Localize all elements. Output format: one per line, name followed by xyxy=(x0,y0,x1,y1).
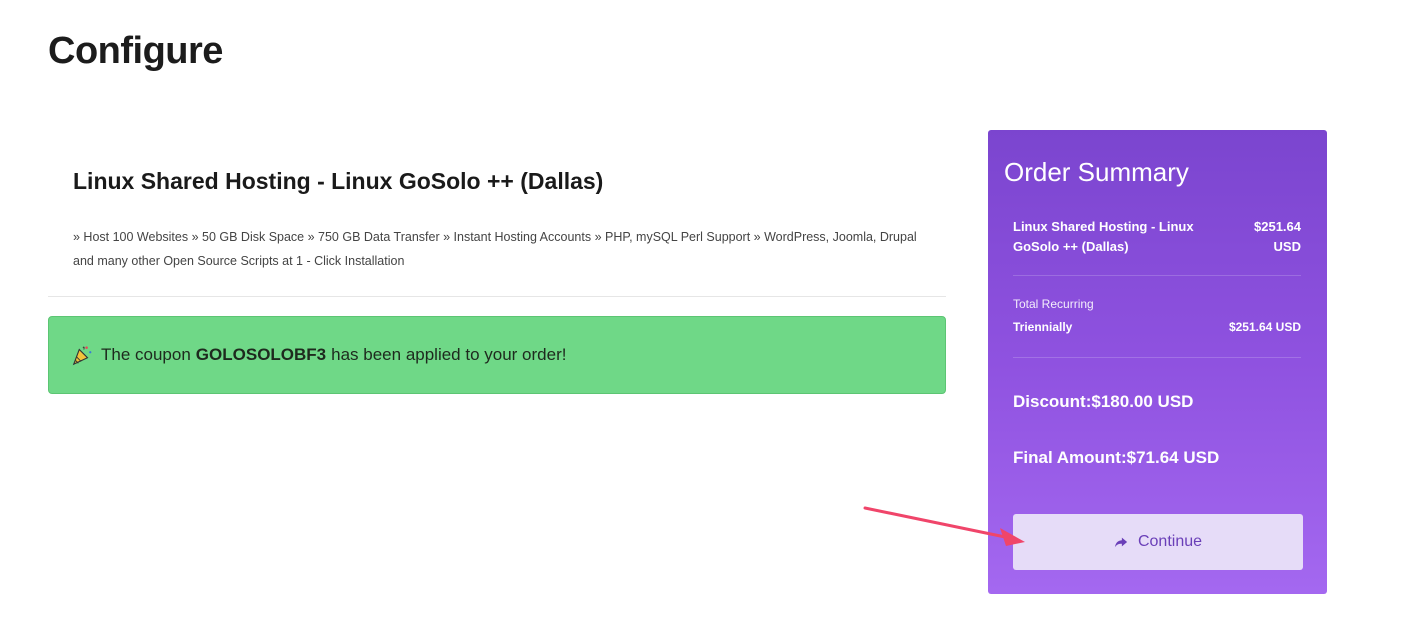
share-arrow-icon xyxy=(1114,537,1128,548)
final-amount: Final Amount:$71.64 USD xyxy=(1013,448,1220,467)
product-name: Linux Shared Hosting - Linux GoSolo ++ (… xyxy=(73,168,604,194)
recurring-cycle: Triennially xyxy=(1013,320,1073,334)
order-summary-title: Order Summary xyxy=(1004,157,1189,187)
page-title: Configure xyxy=(48,30,223,72)
recurring-amount: $251.64 USD xyxy=(1228,320,1301,334)
summary-divider xyxy=(1013,275,1301,276)
divider xyxy=(48,296,946,297)
coupon-text-suffix: has been applied to your order! xyxy=(331,345,567,364)
product-block: Linux Shared Hosting - Linux GoSolo ++ (… xyxy=(48,160,946,273)
summary-item-name: Linux Shared Hosting - Linux GoSolo ++ (… xyxy=(1013,219,1194,254)
discount-amount: Discount:$180.00 USD xyxy=(1013,392,1194,411)
coupon-code: GOLOSOLOBF3 xyxy=(195,345,327,364)
summary-line-item: Linux Shared Hosting - Linux GoSolo ++ (… xyxy=(1013,217,1301,257)
product-description: » Host 100 Websites » 50 GB Disk Space »… xyxy=(73,230,917,268)
summary-divider xyxy=(1013,357,1301,358)
annotation-arrow xyxy=(863,506,1025,546)
summary-item-price: $251.64 USD xyxy=(1254,219,1301,254)
coupon-text-prefix: The coupon xyxy=(101,345,191,364)
total-recurring-label: Total Recurring xyxy=(1013,297,1094,311)
continue-button-label: Continue xyxy=(1137,533,1203,550)
continue-button[interactable]: Continue xyxy=(1013,514,1303,570)
party-popper-icon xyxy=(72,346,92,366)
coupon-alert: The coupon GOLOSOLOBF3 has been applied … xyxy=(48,316,946,394)
order-summary-panel: Order Summary Linux Shared Hosting - Lin… xyxy=(988,130,1327,594)
total-recurring-row: Triennially $251.64 USD xyxy=(1013,320,1301,334)
